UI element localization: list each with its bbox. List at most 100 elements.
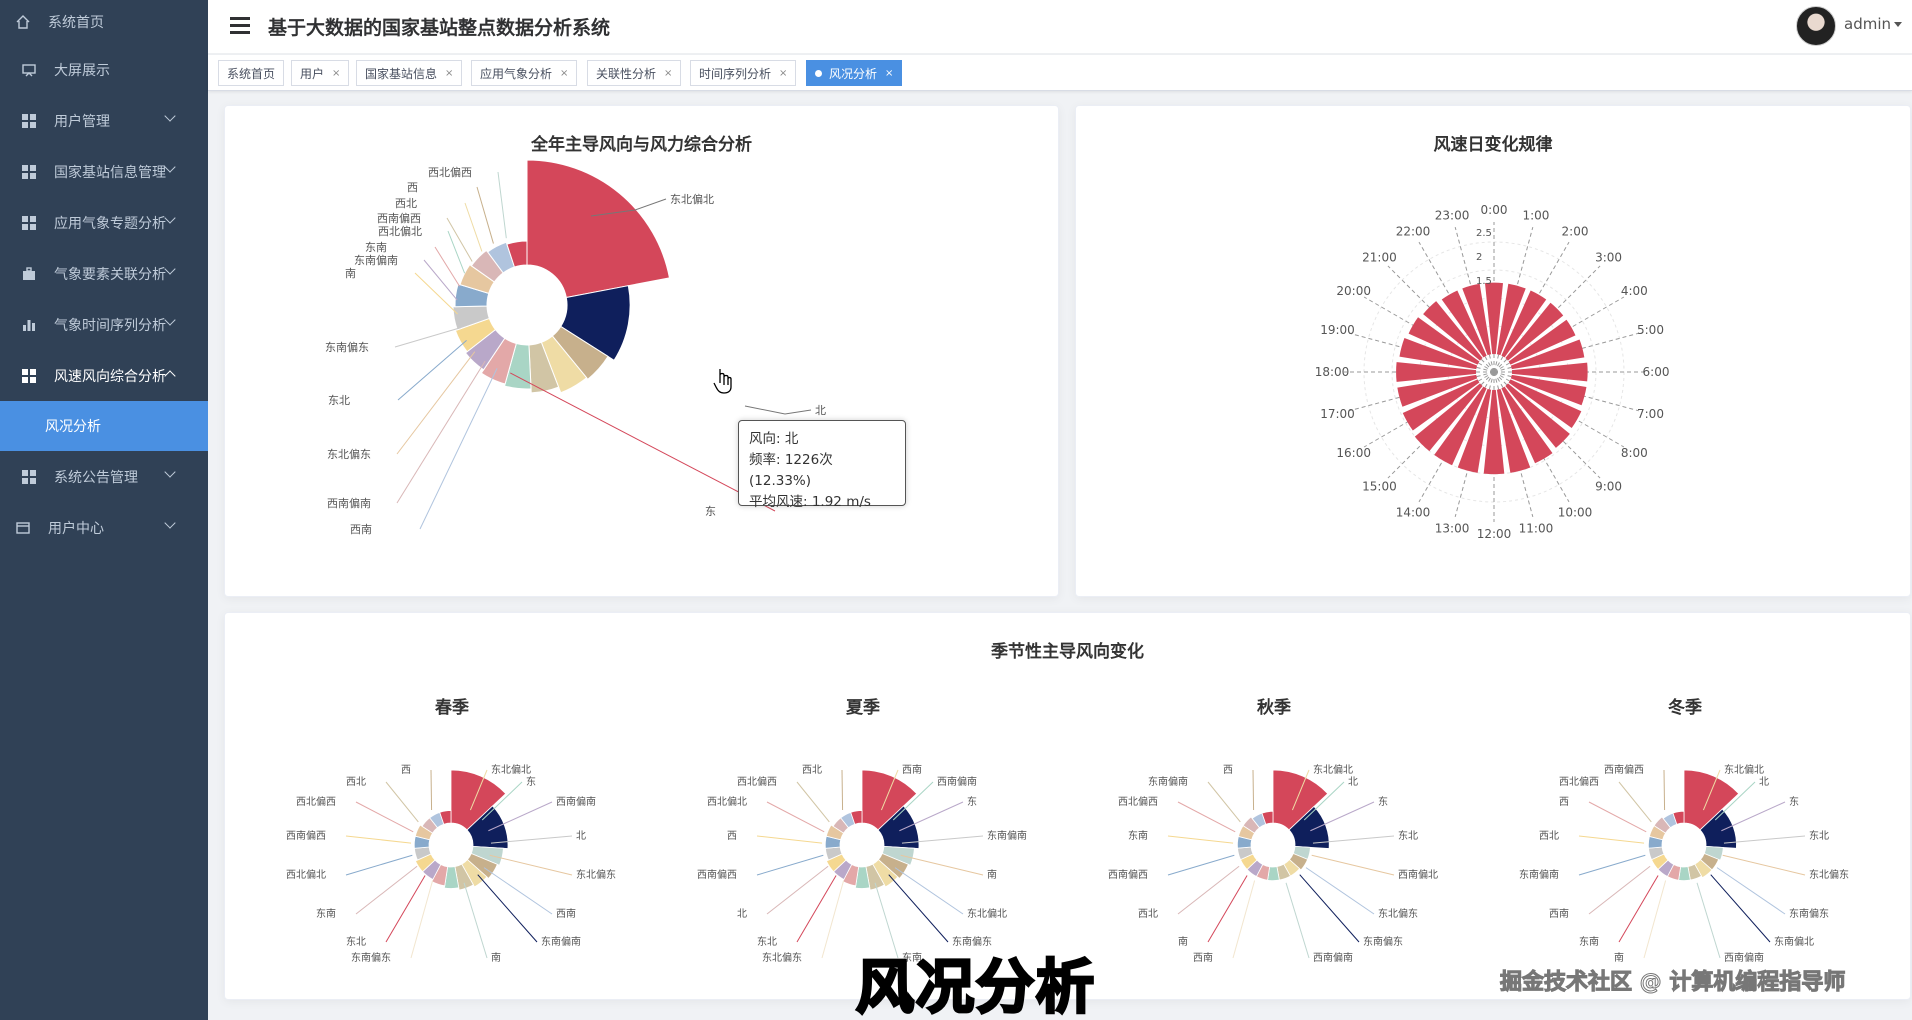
season-label-line [766, 865, 829, 915]
season-label-line [1618, 781, 1652, 823]
season-label: 东南 [316, 907, 336, 920]
hour-label: 6:00 [1643, 365, 1670, 379]
sidebar-item-correlation[interactable]: 气象要素关联分析 [0, 248, 208, 299]
sidebar-item-label: 大屏展示 [54, 62, 110, 79]
tag-weather[interactable]: 应用气象分析 × [471, 60, 578, 86]
season-label-line [756, 854, 824, 876]
sidebar-item-station-mgmt[interactable]: 国家基站信息管理 [0, 146, 208, 197]
season-label-line [483, 867, 553, 915]
rose-label: 西北偏北 [378, 224, 422, 238]
season-label-line [1588, 865, 1651, 915]
hour-label: 12:00 [1477, 527, 1512, 541]
hour-label: 13:00 [1435, 521, 1470, 535]
season-label-line [410, 880, 434, 959]
sidebar-item-user-mgmt[interactable]: 用户管理 [0, 95, 208, 146]
season-label: 东南偏南 [987, 829, 1027, 842]
close-icon[interactable]: × [779, 68, 787, 79]
sidebar-item-user-center[interactable]: 用户中心 [0, 502, 208, 553]
season-label: 南 [491, 951, 501, 964]
label-line [446, 217, 473, 262]
season-label: 西北偏北 [707, 795, 747, 808]
hour-label: 17:00 [1320, 407, 1355, 421]
close-icon[interactable]: × [664, 68, 672, 79]
sidebar-item-weather-topic[interactable]: 应用气象专题分析 [0, 197, 208, 248]
rose-label: 西南 [350, 523, 372, 536]
rose-label: 西南偏西 [377, 211, 421, 225]
season-label-line [1578, 835, 1645, 844]
caret-down-icon[interactable] [1894, 22, 1902, 27]
sidebar-item-notice[interactable]: 系统公告管理 [0, 451, 208, 502]
season-label-line [1696, 882, 1721, 959]
hour-label: 8:00 [1621, 446, 1648, 460]
tag-label: 关联性分析 [596, 66, 657, 81]
rose-label: 北 [815, 404, 826, 417]
hour-label: 22:00 [1396, 225, 1431, 239]
season-label-line [821, 880, 845, 959]
label-line [434, 246, 460, 287]
season-label: 西南 [556, 907, 576, 920]
tag-label: 风况分析 [829, 66, 878, 81]
hamburger-icon[interactable] [230, 17, 250, 35]
tags-bar: 系统首页 用户 × 国家基站信息 × 应用气象分析 × 关联性分析 × 时间序列分析 × … [208, 55, 1912, 91]
tag-user[interactable]: 用户 × [291, 60, 350, 86]
season-label-line [463, 882, 488, 959]
season-label: 东北偏北 [1313, 763, 1353, 776]
season-label: 东南偏东 [351, 951, 391, 964]
season-label-line [1252, 769, 1255, 811]
daily-wind-polar-chart[interactable]: 0:00 1:00 2:00 3:00 4:00 5:00 6:00 7:00 8:00 9:00… [1076, 106, 1912, 598]
sidebar-subitem-wind-analysis[interactable]: 风况分析 [0, 401, 208, 451]
close-icon[interactable]: × [332, 68, 340, 79]
sidebar: 系统首页 大屏展示 用户管理 国家基站信息管理 应用气象专题分析 气象要素关联分… [0, 0, 208, 1020]
season-label: 东北偏北 [491, 763, 531, 776]
season-label-line [355, 865, 418, 915]
close-icon[interactable]: × [445, 68, 453, 79]
sidebar-item-home[interactable]: 系统首页 [0, 0, 208, 44]
close-icon[interactable]: × [885, 68, 893, 79]
season-label: 东南偏东 [1789, 907, 1829, 920]
main-wind-rose-chart[interactable]: 东北偏北北 西北偏西西西北西南偏西西北偏北东南东南偏南南东南偏东东北东北偏东西南偏… [225, 106, 1060, 598]
tag-station[interactable]: 国家基站信息 × [356, 60, 463, 86]
sidebar-item-label: 气象时间序列分析 [54, 317, 166, 334]
cursor-pointer-icon [713, 369, 732, 394]
avatar[interactable] [1796, 6, 1836, 46]
season-label: 西南偏南 [1313, 951, 1353, 964]
tag-wind-analysis[interactable]: 风况分析 × [806, 60, 903, 86]
season-label-line [1588, 801, 1647, 833]
sidebar-item-wind[interactable]: 风速风向综合分析 [0, 350, 208, 401]
season-label-line [1578, 854, 1646, 876]
season-label-line [796, 781, 830, 823]
season-label: 东 [1789, 795, 1799, 808]
tag-correlation[interactable]: 关联性分析 × [587, 60, 682, 86]
sidebar-item-bigscreen[interactable]: 大屏展示 [0, 44, 208, 95]
chevron-down-icon [164, 161, 176, 173]
hour-label: 7:00 [1637, 407, 1664, 421]
rose-label: 东南 [365, 241, 387, 254]
hour-label: 11:00 [1519, 521, 1554, 535]
season-label: 北 [737, 908, 747, 920]
season-label-line [430, 769, 433, 811]
season-label: 东南偏东 [1363, 935, 1403, 948]
grid-icon [20, 112, 38, 130]
tag-timeseries[interactable]: 时间序列分析 × [690, 60, 797, 86]
rose-label: 东南偏东 [325, 340, 369, 354]
tag-home[interactable]: 系统首页 [218, 60, 285, 86]
season-label: 东南偏南 [541, 935, 581, 948]
hour-label: 14:00 [1396, 505, 1431, 519]
rose-label: 西北 [395, 197, 417, 210]
sidebar-item-timeseries[interactable]: 气象时间序列分析 [0, 299, 208, 350]
daily-wind-card: 风速日变化规律 0:00 1:00 2:00 3:00 4:00 5:00 6:00 7:00… [1075, 105, 1911, 597]
season-label: 西 [1223, 765, 1233, 776]
season-label-line [1177, 801, 1236, 833]
season-label-line [756, 835, 823, 844]
chevron-down-icon [164, 110, 176, 122]
season-label-line [1722, 854, 1806, 876]
chevron-down-icon [164, 263, 176, 275]
season-label-line [1232, 880, 1256, 959]
close-icon[interactable]: × [560, 68, 568, 79]
label-line [464, 202, 483, 252]
username[interactable]: admin [1844, 15, 1891, 33]
label-line [497, 171, 507, 239]
rose-label: 东南偏南 [354, 253, 398, 267]
season-label: 南 [1614, 951, 1624, 964]
hour-label: 3:00 [1595, 250, 1622, 264]
